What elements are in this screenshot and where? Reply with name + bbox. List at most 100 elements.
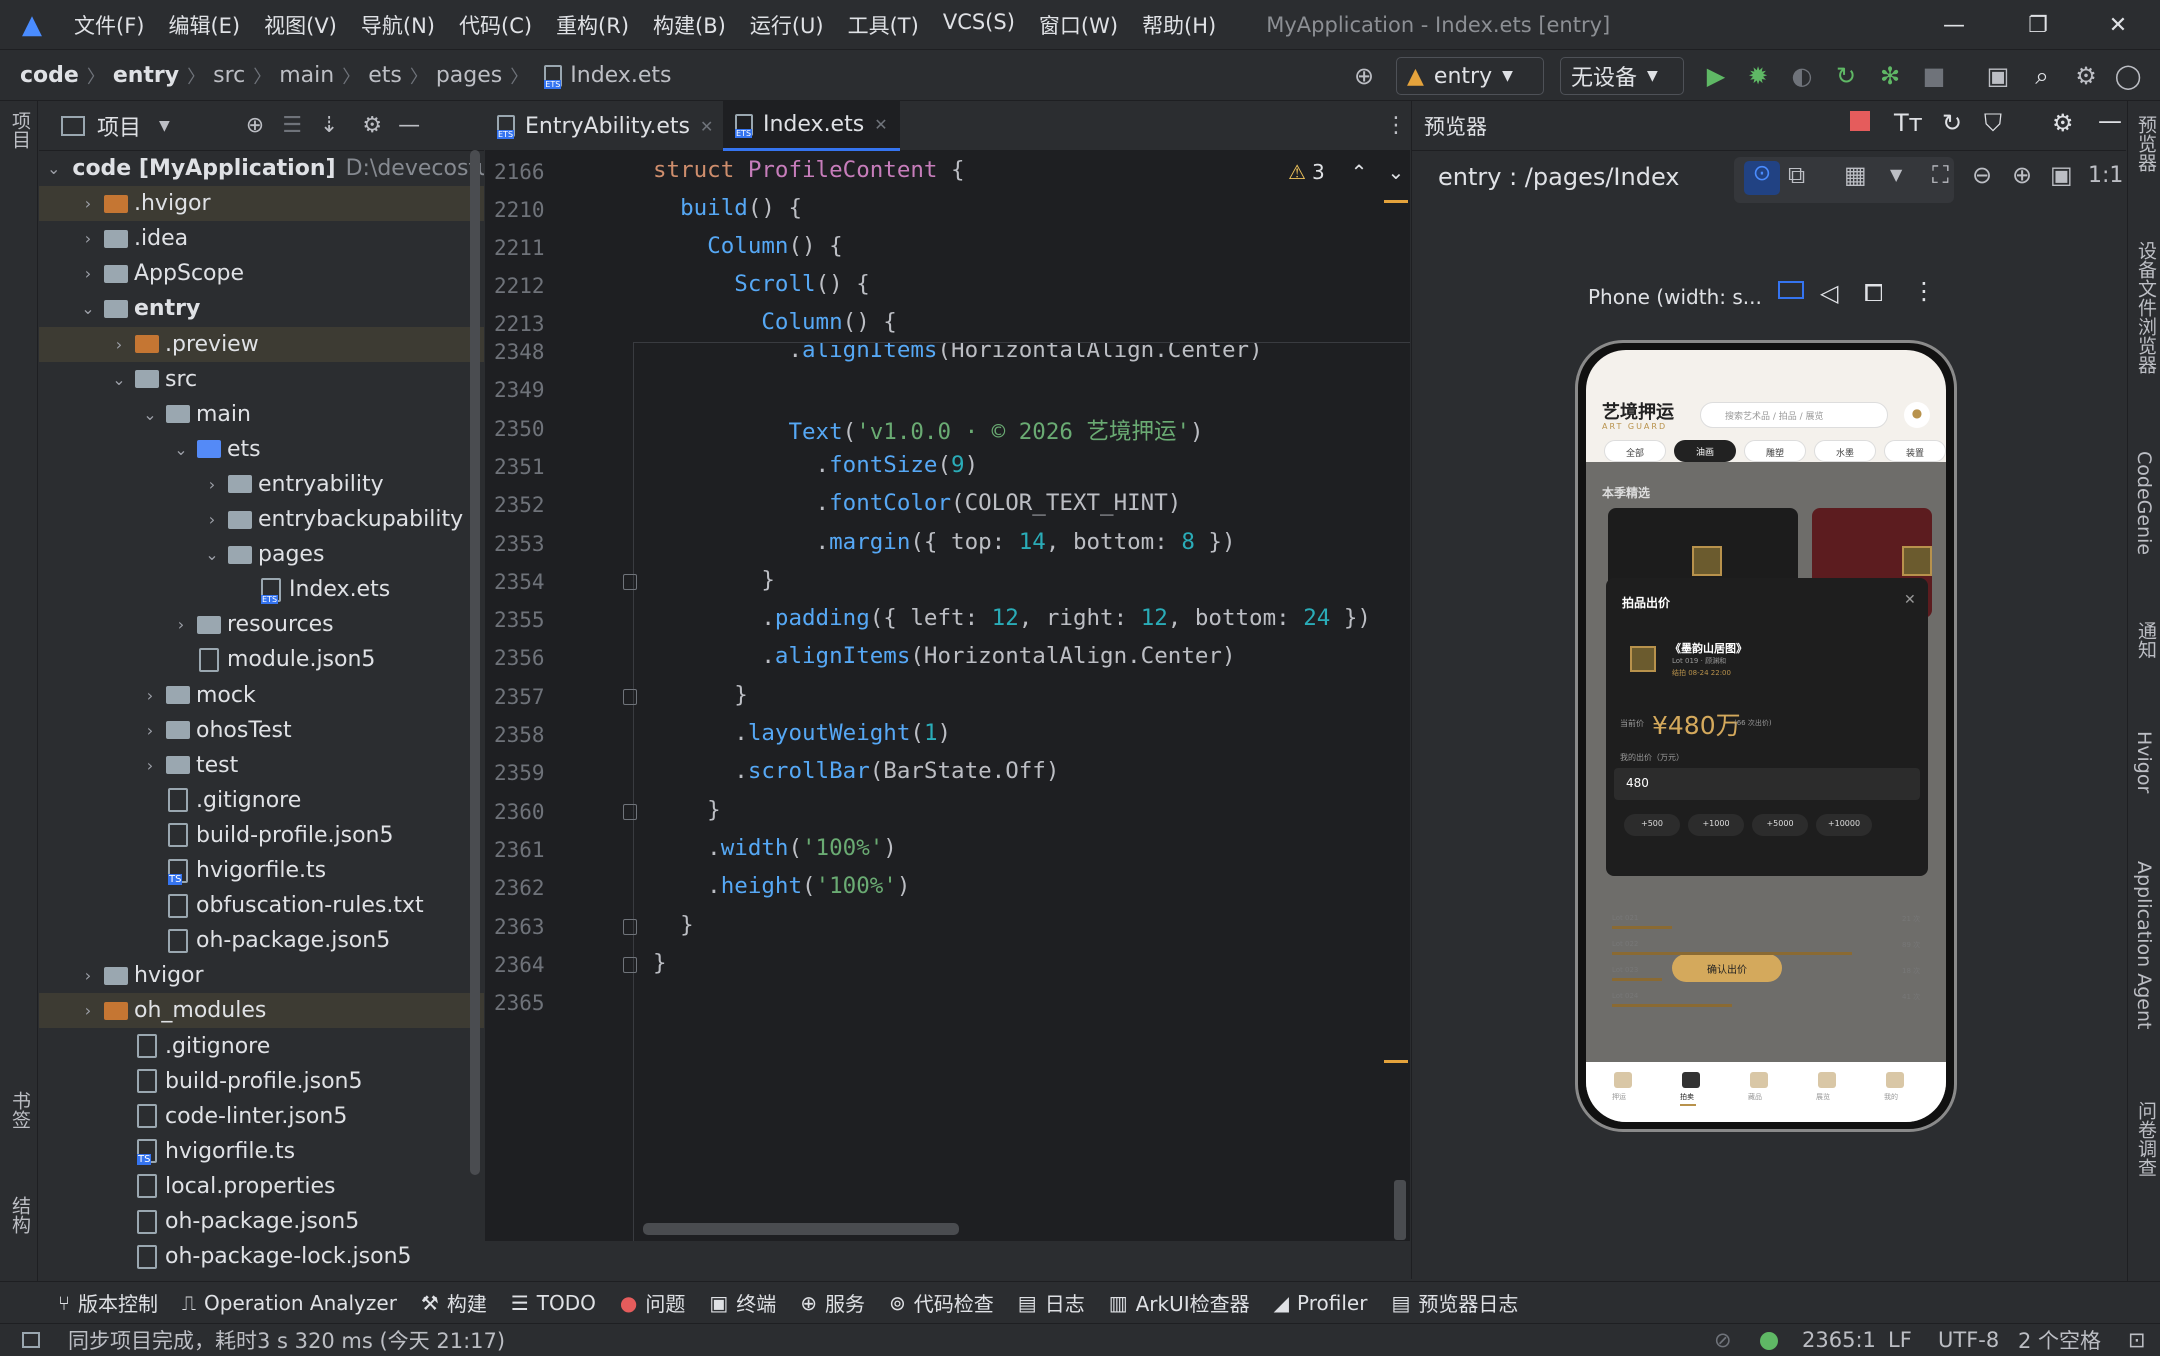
code-line[interactable]: }: [653, 797, 721, 823]
multi-device-icon[interactable]: ▦: [1844, 161, 1867, 189]
breadcrumb-ets[interactable]: ets: [368, 63, 402, 88]
breadcrumb-code[interactable]: code: [20, 63, 79, 88]
tree-item[interactable]: ⌄ pages: [39, 537, 484, 572]
line-separator[interactable]: LF: [1888, 1328, 1912, 1352]
chevron-down-icon[interactable]: ▼: [159, 118, 170, 134]
settings-icon[interactable]: ⚙: [2070, 60, 2102, 92]
quick-bid-button[interactable]: +1000: [1688, 814, 1744, 836]
tree-item[interactable]: .gitignore: [39, 783, 484, 818]
menu-view[interactable]: 视图(V): [264, 10, 337, 40]
debug-icon[interactable]: ✹: [1742, 60, 1774, 92]
tree-item[interactable]: module.json5: [39, 642, 484, 677]
device-manager-icon[interactable]: ▣: [1982, 60, 2014, 92]
error-stripe-mark[interactable]: [1384, 1060, 1408, 1063]
hide-panel-icon[interactable]: —: [398, 113, 420, 138]
collapsed-arrow-icon[interactable]: ›: [78, 966, 98, 985]
menu-build[interactable]: 构建(B): [653, 10, 726, 40]
fold-marker-icon[interactable]: [623, 918, 637, 935]
structure-tool-tab[interactable]: 结构: [7, 1196, 34, 1234]
code-line[interactable]: struct ProfileContent {: [653, 157, 965, 183]
tree-item[interactable]: › hvigor: [39, 958, 484, 993]
status-panel-icon[interactable]: [22, 1332, 40, 1348]
breadcrumb-file[interactable]: Index.ets: [570, 63, 671, 88]
code-line[interactable]: .alignItems(HorizontalAlign.Center): [653, 643, 1235, 669]
tab-index[interactable]: Index.ets ✕: [723, 101, 900, 151]
fold-marker-icon[interactable]: [623, 956, 637, 973]
warnings-indicator[interactable]: ⚠ 3 ⌃ ⌄: [1288, 160, 1404, 184]
scale-label[interactable]: 1:1: [2088, 163, 2123, 188]
panel-settings-icon[interactable]: ⚙: [362, 113, 382, 138]
quick-bid-button[interactable]: +500: [1624, 814, 1680, 836]
tree-item[interactable]: › .hvigor: [39, 186, 484, 222]
device-frame-icon[interactable]: [1778, 281, 1804, 299]
actual-size-icon[interactable]: ▣: [2050, 161, 2073, 189]
account-icon[interactable]: ◯: [2112, 60, 2144, 92]
code-line[interactable]: }: [653, 912, 694, 938]
tab-entryability[interactable]: EntryAbility.ets ✕: [485, 101, 725, 151]
font-size-icon[interactable]: Tт: [1894, 109, 1923, 137]
tree-item[interactable]: › .preview: [39, 326, 484, 362]
category-chip[interactable]: 全部: [1604, 440, 1666, 462]
expanded-arrow-icon[interactable]: ⌄: [171, 440, 191, 459]
code-line[interactable]: .height('100%'): [653, 873, 910, 899]
code-line[interactable]: Column() {: [653, 309, 896, 335]
next-highlight-icon[interactable]: ⌄: [1387, 160, 1404, 184]
category-chip[interactable]: 水墨: [1814, 440, 1876, 462]
quick-bid-button[interactable]: +5000: [1752, 814, 1808, 836]
expand-all-icon[interactable]: ☰: [282, 113, 302, 138]
zoom-in-icon[interactable]: ⊕: [2012, 161, 2032, 189]
app-tab-label[interactable]: 展览: [1816, 1092, 1830, 1102]
tree-item[interactable]: oh-package-lock.json5: [39, 1239, 484, 1274]
code-line[interactable]: }: [653, 950, 667, 976]
close-tab-icon[interactable]: ✕: [874, 115, 887, 134]
bookmarks-tool-tab[interactable]: 书签: [7, 1091, 34, 1129]
menu-navigate[interactable]: 导航(N): [361, 10, 435, 40]
code-line[interactable]: Column() {: [653, 233, 842, 259]
app-tab-label[interactable]: 我的: [1884, 1092, 1898, 1102]
code-line[interactable]: .layoutWeight(1): [653, 720, 951, 746]
menu-run[interactable]: 运行(U): [750, 10, 824, 40]
breadcrumb-entry[interactable]: entry: [113, 63, 179, 88]
collapsed-arrow-icon[interactable]: ›: [109, 335, 129, 354]
tree-item[interactable]: ⌄ code [MyApplication] D:\devecostu: [39, 151, 484, 186]
tool-tab-problems[interactable]: ● 问题: [620, 1288, 685, 1317]
dialog-bid-input[interactable]: 480: [1614, 768, 1920, 800]
collapsed-arrow-icon[interactable]: ›: [140, 721, 160, 740]
tool-tab-code-check[interactable]: ⊚ 代码检查: [889, 1288, 994, 1317]
code-line[interactable]: .fontSize(9): [653, 452, 979, 478]
breadcrumb-main[interactable]: main: [279, 63, 334, 88]
module-selector[interactable]: ▲ entry ▼: [1396, 57, 1544, 95]
fold-marker-icon[interactable]: [623, 573, 637, 590]
expanded-arrow-icon[interactable]: ⌄: [47, 159, 60, 178]
fold-marker-icon[interactable]: [623, 803, 637, 820]
caret-position[interactable]: 2365:1: [1802, 1328, 1876, 1352]
tree-item[interactable]: › AppScope: [39, 256, 484, 291]
search-icon[interactable]: ⌕: [2026, 60, 2058, 92]
tool-tab-preview-log[interactable]: ▤ 预览器日志: [1391, 1288, 1518, 1317]
project-panel-title[interactable]: 项目: [97, 110, 141, 142]
tree-item[interactable]: local.properties: [39, 1169, 484, 1204]
code-line[interactable]: .padding({ left: 12, right: 12, bottom: …: [653, 605, 1371, 631]
collapse-all-icon[interactable]: ⇣: [320, 113, 338, 138]
tree-item[interactable]: Index.ets: [39, 572, 484, 607]
project-tool-tab[interactable]: 项目: [7, 111, 34, 149]
error-stripe-mark[interactable]: [1384, 200, 1408, 203]
status-message[interactable]: 同步项目完成，耗时3 s 320 ms (今天 21:17): [68, 1325, 505, 1355]
tree-item[interactable]: hvigorfile.ts: [39, 853, 484, 888]
lock-icon[interactable]: ⊡: [2128, 1328, 2146, 1352]
more-options-icon[interactable]: ⋮: [1912, 277, 1936, 305]
tool-tab-services[interactable]: ⊕ 服务: [800, 1288, 865, 1317]
locate-icon[interactable]: ⊕: [246, 113, 264, 138]
preview-settings-icon[interactable]: ⚙: [2052, 109, 2074, 137]
code-line[interactable]: .width('100%'): [653, 835, 897, 861]
tree-item[interactable]: › mock: [39, 678, 484, 713]
code-line[interactable]: .scrollBar(BarState.Off): [653, 758, 1059, 784]
expanded-arrow-icon[interactable]: ⌄: [109, 370, 129, 389]
collapsed-arrow-icon[interactable]: ›: [140, 756, 160, 775]
expanded-arrow-icon[interactable]: ⌄: [78, 299, 98, 318]
prev-highlight-icon[interactable]: ⌃: [1351, 160, 1368, 184]
collapsed-arrow-icon[interactable]: ›: [78, 264, 98, 283]
phone-screen[interactable]: 艺境押运 ART GUARD 搜索艺术品 / 拍品 / 展览 ● 本季精选 拍品…: [1586, 350, 1946, 1122]
device-files-tool-tab[interactable]: 设备文件浏览器: [2133, 241, 2160, 374]
collapsed-arrow-icon[interactable]: ›: [78, 1001, 98, 1020]
